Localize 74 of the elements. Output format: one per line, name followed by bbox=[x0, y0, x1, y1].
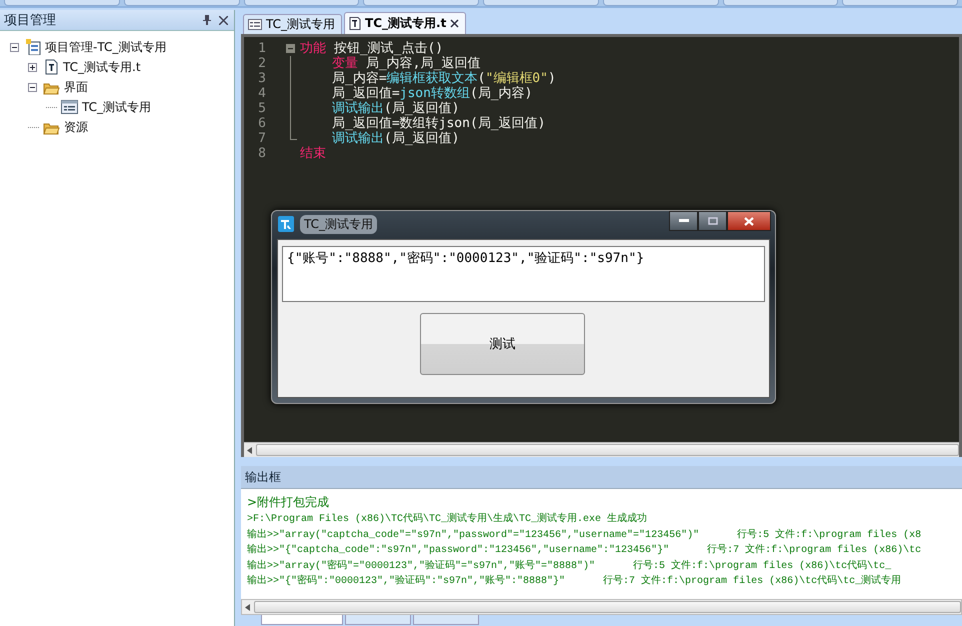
minimize-button[interactable] bbox=[669, 211, 698, 231]
left-arrow-icon[interactable] bbox=[247, 446, 252, 454]
output-message: 输出>>"array("密码"="0000123","验证码"="s97n","账号"="8888")" bbox=[247, 558, 596, 572]
panel-tab[interactable] bbox=[413, 615, 479, 625]
output-message: 输出>>"{"captcha_code":"s97n","password":"123456","username":"123456"}" bbox=[247, 542, 670, 556]
code-line: 局_返回值=json转数组(局_内容) bbox=[331, 86, 532, 101]
ribbon-tab[interactable] bbox=[602, 0, 718, 6]
maximize-button[interactable] bbox=[698, 211, 727, 231]
expand-icon[interactable] bbox=[28, 62, 37, 72]
close-icon[interactable] bbox=[219, 16, 228, 24]
output-location: 行号:7 文件:f:\program files (x86)\tc bbox=[707, 542, 922, 556]
form-icon bbox=[61, 99, 78, 115]
output-message: 输出>>"array("captcha_code"="s97n","password"="123456","username"="123456")" bbox=[247, 528, 700, 541]
line-number: 1 bbox=[257, 41, 266, 56]
tree-item[interactable]: TC_测试专用 bbox=[82, 98, 152, 116]
app-icon bbox=[278, 216, 294, 232]
collapse-icon[interactable] bbox=[10, 42, 19, 52]
horizontal-scrollbar[interactable] bbox=[244, 442, 959, 457]
code-line: 调试输出(局_返回值) bbox=[331, 101, 460, 116]
window-title: TC_测试专用 bbox=[300, 214, 378, 234]
tree-item[interactable]: 界面 bbox=[64, 78, 88, 96]
output-message: >附件打包完成 bbox=[247, 494, 330, 512]
line-number: 5 bbox=[257, 101, 266, 116]
test-button[interactable]: 测试 bbox=[420, 313, 585, 375]
editor-tab[interactable]: TC_测试专用 bbox=[243, 14, 342, 34]
ribbon-tab[interactable] bbox=[124, 0, 240, 6]
ribbon-tab[interactable] bbox=[244, 0, 360, 6]
output-location: 行号:5 文件:f:\program files (x86)\tc代码\tc_ bbox=[633, 558, 892, 572]
line-number: 6 bbox=[257, 116, 266, 131]
close-icon[interactable] bbox=[450, 19, 460, 28]
code-line: 结束 bbox=[300, 146, 326, 161]
line-number: 7 bbox=[257, 131, 266, 146]
collapse-icon[interactable] bbox=[28, 82, 37, 92]
fold-icon bbox=[286, 44, 294, 53]
left-arrow-icon[interactable] bbox=[245, 604, 250, 610]
panel-tab[interactable] bbox=[345, 615, 411, 625]
tab-label: TC_测试专用.t bbox=[365, 15, 446, 32]
output-message: >F:\Program Files (x86)\TC代码\TC_测试专用\生成\TC_测试专用.exe 生成成功 bbox=[247, 512, 648, 526]
horizontal-scrollbar[interactable] bbox=[241, 599, 962, 615]
line-number: 8 bbox=[257, 146, 266, 161]
ribbon-tab[interactable] bbox=[722, 0, 838, 6]
line-number: 4 bbox=[257, 86, 266, 101]
panel-title: 输出框 bbox=[245, 468, 281, 486]
output-message: 输出>>"{"密码":"0000123","验证码":"s97n","账号":"8888"}" bbox=[247, 574, 566, 588]
panel-title: 项目管理 bbox=[4, 12, 57, 29]
text-file-icon bbox=[349, 17, 362, 30]
text-file-icon bbox=[43, 59, 59, 75]
code-line: 变量 局_内容,局_返回值 bbox=[331, 56, 480, 71]
tab-label: TC_测试专用 bbox=[266, 16, 336, 33]
close-button[interactable] bbox=[727, 211, 771, 231]
editor-tab[interactable]: TC_测试专用.t bbox=[344, 12, 466, 34]
ribbon-tab[interactable] bbox=[4, 0, 120, 6]
output-location: 行号:5 文件:f:\program files (x8 bbox=[737, 528, 922, 541]
text-field[interactable]: {"账号":"8888","密码":"0000123","验证码":"s97n"} bbox=[282, 246, 765, 302]
minimize-icon bbox=[678, 219, 688, 223]
ribbon-tab[interactable] bbox=[483, 0, 599, 6]
close-icon bbox=[744, 216, 754, 226]
form-icon bbox=[248, 18, 262, 31]
tree-item[interactable]: 项目管理-TC_测试专用 bbox=[45, 38, 166, 56]
code-line: 局_内容=编辑框获取文本("编辑框0") bbox=[331, 71, 556, 86]
maximize-icon bbox=[708, 217, 718, 225]
code-line: 功能 按钮_测试_点击() bbox=[300, 41, 444, 56]
line-number: 2 bbox=[257, 56, 266, 71]
ribbon-tab[interactable] bbox=[842, 0, 958, 6]
code-line: 调试输出(局_返回值) bbox=[331, 131, 460, 146]
tree-item[interactable]: 资源 bbox=[64, 118, 88, 136]
pin-icon[interactable] bbox=[203, 15, 211, 25]
output-location: 行号:7 文件:f:\program files (x86)\tc代码\tc_测试专用 bbox=[603, 574, 902, 588]
tree-item[interactable]: TC_测试专用.t bbox=[63, 58, 141, 76]
ribbon-tab[interactable] bbox=[363, 0, 479, 6]
panel-tab[interactable] bbox=[261, 615, 343, 625]
line-number: 3 bbox=[257, 71, 266, 86]
code-line: 局_返回值=数组转json(局_返回值) bbox=[331, 116, 546, 131]
document-icon bbox=[25, 39, 41, 55]
